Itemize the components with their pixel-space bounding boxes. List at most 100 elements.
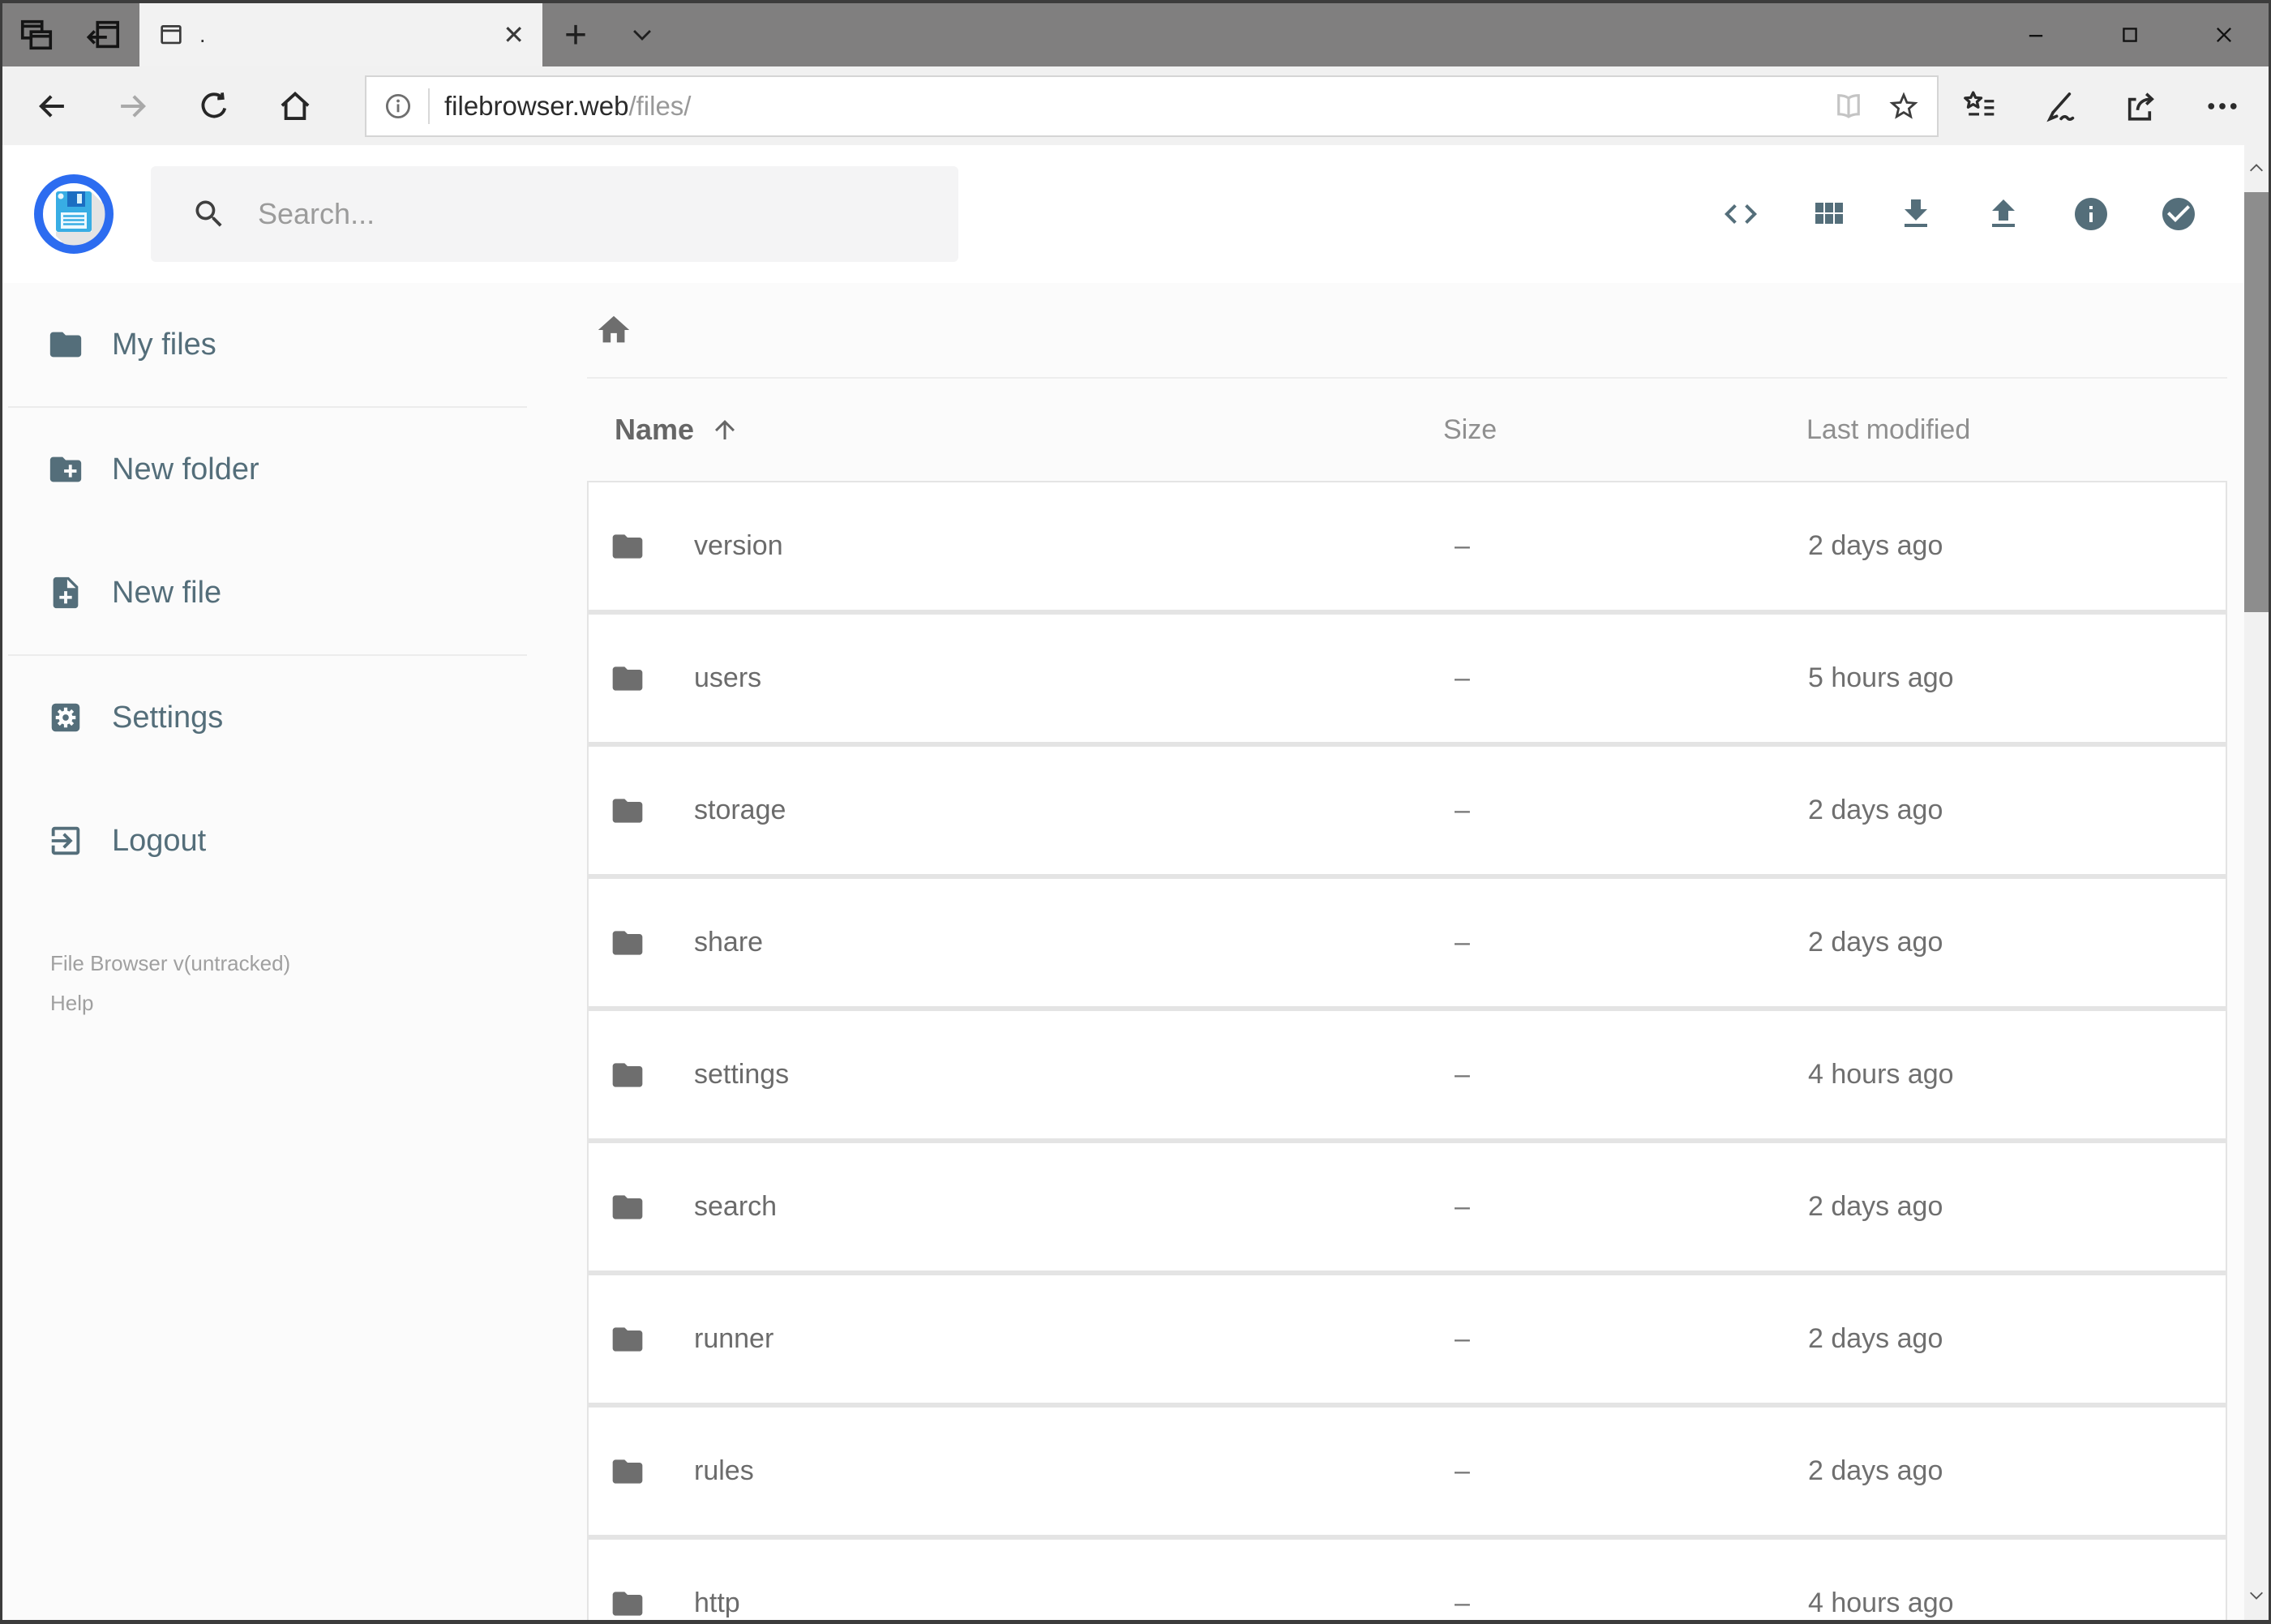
search-icon bbox=[195, 200, 222, 227]
share-button[interactable] bbox=[2101, 75, 2182, 137]
browser-window: . ✕ + filebrowser.web/files/ Search... M… bbox=[0, 0, 2271, 1624]
folder-plus-icon bbox=[49, 456, 82, 482]
filebrowser-logo[interactable] bbox=[34, 174, 114, 254]
web-note-button[interactable] bbox=[2020, 75, 2101, 137]
column-header-size[interactable]: Size bbox=[1443, 414, 1806, 446]
app-version-text: File Browser v(untracked) bbox=[50, 951, 291, 975]
tab-close-button[interactable]: ✕ bbox=[503, 22, 525, 48]
file-name: users bbox=[694, 662, 762, 693]
tab-title: . bbox=[199, 22, 206, 47]
file-row-http[interactable]: http – 4 hours ago bbox=[589, 1540, 2226, 1624]
tab-preview-icon bbox=[20, 19, 53, 50]
close-window-button[interactable] bbox=[2177, 3, 2271, 66]
ellipsis-icon bbox=[2208, 102, 2237, 109]
file-row-settings[interactable]: settings – 4 hours ago bbox=[589, 1011, 2226, 1138]
file-size: – bbox=[1455, 1455, 1470, 1486]
logout-icon bbox=[51, 826, 80, 855]
scrollbar-thumb[interactable] bbox=[2244, 192, 2269, 612]
address-bar[interactable]: filebrowser.web/files/ bbox=[365, 75, 1939, 137]
sidebar-item-my-files[interactable]: My files bbox=[0, 283, 535, 406]
reading-view-button[interactable] bbox=[1832, 89, 1866, 123]
sidebar-item-new-file[interactable]: New file bbox=[0, 531, 535, 654]
sidebar-item-settings[interactable]: Settings bbox=[0, 656, 535, 779]
file-plus-icon bbox=[53, 576, 79, 609]
more-actions-button[interactable] bbox=[2182, 75, 2263, 137]
chevron-down-icon bbox=[2250, 1592, 2263, 1600]
refresh-button[interactable] bbox=[174, 75, 255, 137]
window-border bbox=[0, 0, 2271, 3]
back-button[interactable] bbox=[11, 75, 92, 137]
tab-favicon-icon bbox=[161, 25, 182, 45]
file-modified: 4 hours ago bbox=[1808, 1059, 1954, 1090]
upload-button[interactable] bbox=[1960, 178, 2047, 251]
folder-icon bbox=[612, 1194, 643, 1219]
filebrowser-body: My files New folder New file Settings Lo… bbox=[0, 283, 2271, 1624]
search-bar[interactable] bbox=[151, 166, 958, 262]
new-tab-button[interactable]: + bbox=[542, 3, 609, 66]
file-row-users[interactable]: users – 5 hours ago bbox=[589, 615, 2226, 742]
tab-bar-spacer bbox=[675, 3, 1989, 66]
web-note-pen-icon bbox=[2046, 92, 2075, 122]
sidebar-item-label: New folder bbox=[112, 452, 259, 486]
file-name: search bbox=[694, 1191, 778, 1222]
search-input[interactable] bbox=[256, 196, 934, 232]
breadcrumb-home-button[interactable] bbox=[595, 311, 632, 349]
folder-icon bbox=[612, 1459, 643, 1484]
file-name: http bbox=[694, 1588, 740, 1618]
file-size: – bbox=[1455, 662, 1470, 693]
download-icon bbox=[1905, 199, 1927, 227]
header-actions bbox=[1697, 178, 2222, 251]
file-row-runner[interactable]: runner – 2 days ago bbox=[589, 1275, 2226, 1403]
file-row-version[interactable]: version – 2 days ago bbox=[589, 482, 2226, 610]
folder-icon bbox=[612, 1326, 643, 1352]
file-size: – bbox=[1455, 795, 1470, 825]
filebrowser-header bbox=[0, 145, 2271, 283]
scroll-down-button[interactable] bbox=[2244, 1571, 2269, 1618]
add-favorite-button[interactable] bbox=[1887, 89, 1921, 123]
column-header-name[interactable]: Name bbox=[615, 413, 1443, 447]
file-row-storage[interactable]: storage – 2 days ago bbox=[589, 747, 2226, 874]
sidebar-footer: File Browser v(untracked) Help bbox=[50, 949, 535, 1018]
file-modified: 2 days ago bbox=[1808, 1455, 1943, 1486]
download-button[interactable] bbox=[1872, 178, 1960, 251]
info-button[interactable] bbox=[2047, 178, 2135, 251]
select-multiple-button[interactable] bbox=[2135, 178, 2222, 251]
tab-preview-button[interactable] bbox=[18, 16, 55, 54]
file-row-search[interactable]: search – 2 days ago bbox=[589, 1143, 2226, 1270]
set-tabs-aside-button[interactable] bbox=[84, 16, 122, 54]
sidebar-item-logout[interactable]: Logout bbox=[0, 779, 535, 902]
window-border bbox=[0, 1620, 2271, 1624]
shell-toggle-button[interactable] bbox=[1697, 178, 1785, 251]
sidebar-item-label: Settings bbox=[112, 700, 224, 735]
home-button[interactable] bbox=[255, 75, 336, 137]
column-header-modified[interactable]: Last modified bbox=[1806, 414, 2227, 446]
chevron-up-icon bbox=[2250, 164, 2263, 172]
folder-icon bbox=[612, 666, 643, 691]
file-row-share[interactable]: share – 2 days ago bbox=[589, 879, 2226, 1006]
scroll-up-button[interactable] bbox=[2244, 145, 2269, 192]
sidebar-item-new-folder[interactable]: New folder bbox=[0, 408, 535, 531]
file-size: – bbox=[1455, 1191, 1470, 1222]
file-name: version bbox=[694, 530, 783, 561]
folder-icon bbox=[612, 1591, 643, 1616]
browser-tab[interactable]: . ✕ bbox=[139, 3, 542, 66]
minimize-button[interactable] bbox=[1989, 3, 2083, 66]
floppy-disk-logo-icon bbox=[34, 174, 114, 254]
window-border bbox=[0, 0, 2, 1624]
file-row-rules[interactable]: rules – 2 days ago bbox=[589, 1408, 2226, 1535]
tab-list-dropdown-button[interactable] bbox=[609, 3, 675, 66]
maximize-icon bbox=[2123, 28, 2137, 42]
close-icon bbox=[2217, 28, 2231, 42]
file-modified: 2 days ago bbox=[1808, 795, 1943, 825]
page-scrollbar[interactable] bbox=[2244, 145, 2269, 1620]
forward-button[interactable] bbox=[92, 75, 174, 137]
hub-favorites-button[interactable] bbox=[1939, 75, 2020, 137]
upload-icon bbox=[1992, 199, 2015, 227]
file-size: – bbox=[1455, 1323, 1470, 1354]
info-icon bbox=[2075, 198, 2107, 230]
home-icon bbox=[281, 91, 310, 120]
maximize-button[interactable] bbox=[2083, 3, 2177, 66]
grid-view-button[interactable] bbox=[1785, 178, 1872, 251]
page-info-icon[interactable] bbox=[383, 91, 413, 122]
help-link[interactable]: Help bbox=[50, 989, 535, 1018]
